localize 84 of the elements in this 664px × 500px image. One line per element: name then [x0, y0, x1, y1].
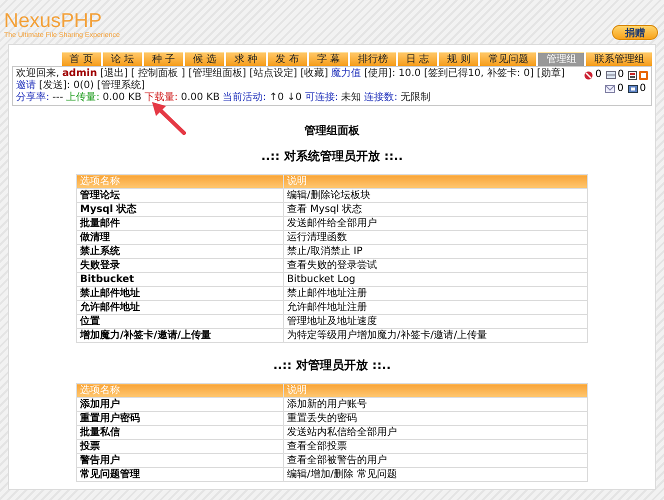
- count-text: 0: [617, 83, 624, 95]
- pointer-arrow: [150, 101, 188, 137]
- nav-tab[interactable]: 规 则: [439, 52, 478, 66]
- option-link[interactable]: 失败登录: [76, 258, 284, 272]
- description-cell: 查看全部被警告的用户: [284, 454, 588, 468]
- option-link[interactable]: Mysql 状态: [76, 202, 284, 216]
- stat-link[interactable]: 邀请: [16, 80, 36, 92]
- username-link[interactable]: admin: [62, 68, 98, 80]
- description-cell: 编辑/增加/删除 常见问题: [284, 468, 588, 482]
- description-cell: 查看失败的登录尝试: [284, 258, 588, 272]
- mail-icon[interactable]: [605, 85, 616, 93]
- nav-tab[interactable]: 求 种: [226, 52, 266, 66]
- user-info-text: [发送]: 0(0) [管理系统]: [39, 80, 145, 92]
- user-info-text: 欢迎回来,: [16, 68, 60, 80]
- description-cell: 为特定等级用户增加魔力/补签卡/邀请/上传量: [284, 328, 588, 342]
- column-header: 说明: [284, 384, 588, 398]
- description-cell: 编辑/删除论坛板块: [284, 188, 588, 202]
- option-link[interactable]: 批量邮件: [76, 216, 284, 230]
- feed-icon[interactable]: [639, 70, 648, 80]
- option-link[interactable]: 位置: [76, 314, 284, 328]
- option-link[interactable]: 禁止邮件地址: [76, 286, 284, 300]
- option-link[interactable]: 投票: [76, 440, 284, 454]
- user-info-text: [退出] [ 控制面板 ] [管理组面板] [站点设定] [收藏]: [100, 68, 328, 80]
- count-text: 0: [595, 69, 602, 81]
- description-cell: 管理地址及地址速度: [284, 314, 588, 328]
- section-heading: ..:: 对系统管理员开放 ::..: [260, 148, 404, 164]
- option-link[interactable]: 做清理: [76, 230, 284, 244]
- nav-tab[interactable]: 联系管理组: [586, 52, 652, 66]
- description-cell: 添加新的用户账号: [284, 398, 588, 412]
- description-cell: 查看全部投票: [284, 440, 588, 454]
- donate-button[interactable]: 捐赠: [612, 25, 658, 40]
- description-cell: 运行清理函数: [284, 230, 588, 244]
- nav-tab[interactable]: 发 布: [268, 52, 307, 66]
- user-info-text: 未知: [341, 92, 362, 104]
- count-text: 0: [618, 69, 624, 81]
- option-link[interactable]: 增加魔力/补签卡/邀请/上传量: [76, 328, 284, 342]
- user-info-text: [使用]: 10.0 [签到已得10, 补签卡: 0] [勋章]: [364, 68, 565, 80]
- option-link[interactable]: 重置用户密码: [76, 412, 284, 426]
- stat-link[interactable]: 分享率:: [16, 92, 50, 104]
- count-text: 0: [640, 83, 646, 95]
- description-cell: 发送站内私信给全部用户: [284, 426, 588, 440]
- description-cell: 禁止邮件地址注册: [284, 286, 588, 300]
- user-info-text: 0.00 KB: [102, 92, 142, 104]
- nav-tab[interactable]: 种 子: [144, 52, 184, 66]
- bookmark-icon[interactable]: [628, 70, 637, 80]
- description-cell: 查看 Mysql 状态: [284, 202, 588, 216]
- stat-link[interactable]: 魔力值: [331, 68, 362, 80]
- option-link[interactable]: 批量私信: [76, 426, 284, 440]
- section-heading: ..:: 对管理员开放 ::..: [272, 357, 392, 373]
- column-header: 选项名称: [76, 174, 284, 188]
- option-link[interactable]: 常见问题管理: [76, 468, 284, 482]
- description-cell: 允许邮件地址注册: [284, 300, 588, 314]
- user-info-text: 无限制: [400, 92, 430, 104]
- inbox-icon[interactable]: [606, 71, 616, 79]
- option-link[interactable]: 添加用户: [76, 398, 284, 412]
- nav-tab[interactable]: 排行榜: [350, 52, 396, 66]
- option-link[interactable]: Bitbucket: [76, 272, 284, 286]
- nav-tab[interactable]: 日 志: [398, 52, 438, 66]
- alert-icon[interactable]: [584, 70, 594, 80]
- description-cell: 发送邮件给全部用户: [284, 216, 588, 230]
- column-header: 说明: [284, 174, 588, 188]
- stat-link[interactable]: 可连接:: [304, 92, 338, 104]
- nav-tab[interactable]: 字 幕: [308, 52, 348, 66]
- description-cell: 禁止/取消禁止 IP: [284, 244, 588, 258]
- nav-tab[interactable]: 候 选: [185, 52, 224, 66]
- user-info-text: ↑0 ↓0: [269, 92, 302, 104]
- option-link[interactable]: 允许邮件地址: [76, 300, 284, 314]
- nav-tab[interactable]: 首 页: [62, 52, 101, 66]
- option-link[interactable]: 禁止系统: [76, 244, 284, 258]
- user-info-text: 0.00 KB: [180, 92, 220, 104]
- description-cell: Bitbucket Log: [284, 272, 588, 286]
- option-link[interactable]: 管理论坛: [76, 188, 284, 202]
- upload-label: 上传量:: [66, 92, 100, 104]
- user-info-text: ---: [52, 92, 64, 104]
- panel-title: 管理组面板: [304, 124, 360, 138]
- nav-tab[interactable]: 常见问题: [480, 52, 536, 66]
- option-link[interactable]: 警告用户: [76, 454, 284, 468]
- stat-link[interactable]: 当前活动:: [222, 92, 266, 104]
- description-cell: 重置丢失的密码: [284, 412, 588, 426]
- sent-mail-icon[interactable]: [628, 85, 638, 93]
- column-header: 选项名称: [76, 384, 284, 398]
- nav-tab[interactable]: 论 坛: [102, 52, 142, 66]
- download-label: 下载量:: [144, 92, 178, 104]
- stat-link[interactable]: 连接数:: [364, 92, 398, 104]
